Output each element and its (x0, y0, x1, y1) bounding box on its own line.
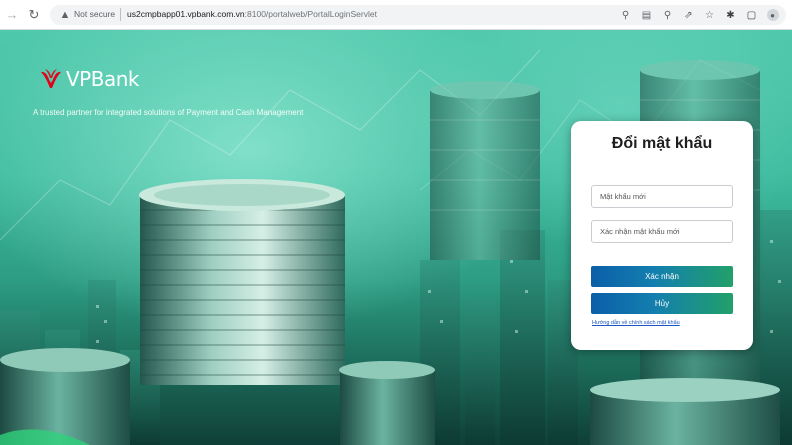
confirm-button[interactable]: Xác nhận (591, 266, 733, 287)
address-bar[interactable]: ▲ Not secure us2cmpbapp01.vpbank.com.vn:… (50, 5, 786, 25)
zoom-icon[interactable]: ⚲ (658, 6, 677, 24)
brand-name: VPBank (66, 67, 139, 91)
translate-icon[interactable]: ▤ (637, 6, 656, 24)
new-password-field[interactable] (591, 185, 733, 208)
avatar: ● (766, 9, 779, 21)
vpbank-logo-icon (41, 69, 61, 88)
omnibox-actions: ⚲ ▤ ⚲ ⇗ ☆ ✱ ▢ ● (616, 5, 782, 25)
cancel-button[interactable]: Hủy (591, 293, 733, 314)
browser-toolbar: → ↻ ▲ Not secure us2cmpbapp01.vpbank.com… (0, 0, 792, 30)
vpbank-logo[interactable]: VPBank (39, 68, 139, 90)
password-policy-link[interactable]: Hướng dẫn về chính sách mật khẩu (592, 320, 680, 326)
url-path: :8100/portalweb/PortalLoginServlet (244, 9, 377, 19)
reload-icon[interactable]: ↻ (26, 7, 42, 23)
change-password-card: Đổi mật khẩu Xác nhận Hủy Hướng dẫn về c… (571, 121, 753, 350)
back-icon[interactable]: → (4, 7, 20, 23)
confirm-password-field[interactable] (591, 220, 733, 243)
url-text[interactable]: us2cmpbapp01.vpbank.com.vn:8100/portalwe… (127, 9, 377, 19)
card-title: Đổi mật khẩu (611, 135, 713, 152)
brand-tagline: A trusted partner for integrated solutio… (33, 108, 304, 117)
key-icon[interactable]: ⚲ (616, 6, 635, 24)
security-label[interactable]: Not secure (74, 9, 115, 19)
share-icon[interactable]: ⇗ (679, 6, 698, 24)
warning-icon[interactable]: ▲ (58, 8, 72, 22)
url-host: us2cmpbapp01.vpbank.com.vn (127, 9, 245, 19)
sidebar-icon[interactable]: ▢ (742, 6, 761, 24)
profile-icon[interactable]: ● (763, 6, 782, 24)
star-icon[interactable]: ☆ (700, 6, 719, 24)
url-divider (120, 8, 121, 21)
extensions-icon[interactable]: ✱ (721, 6, 740, 24)
